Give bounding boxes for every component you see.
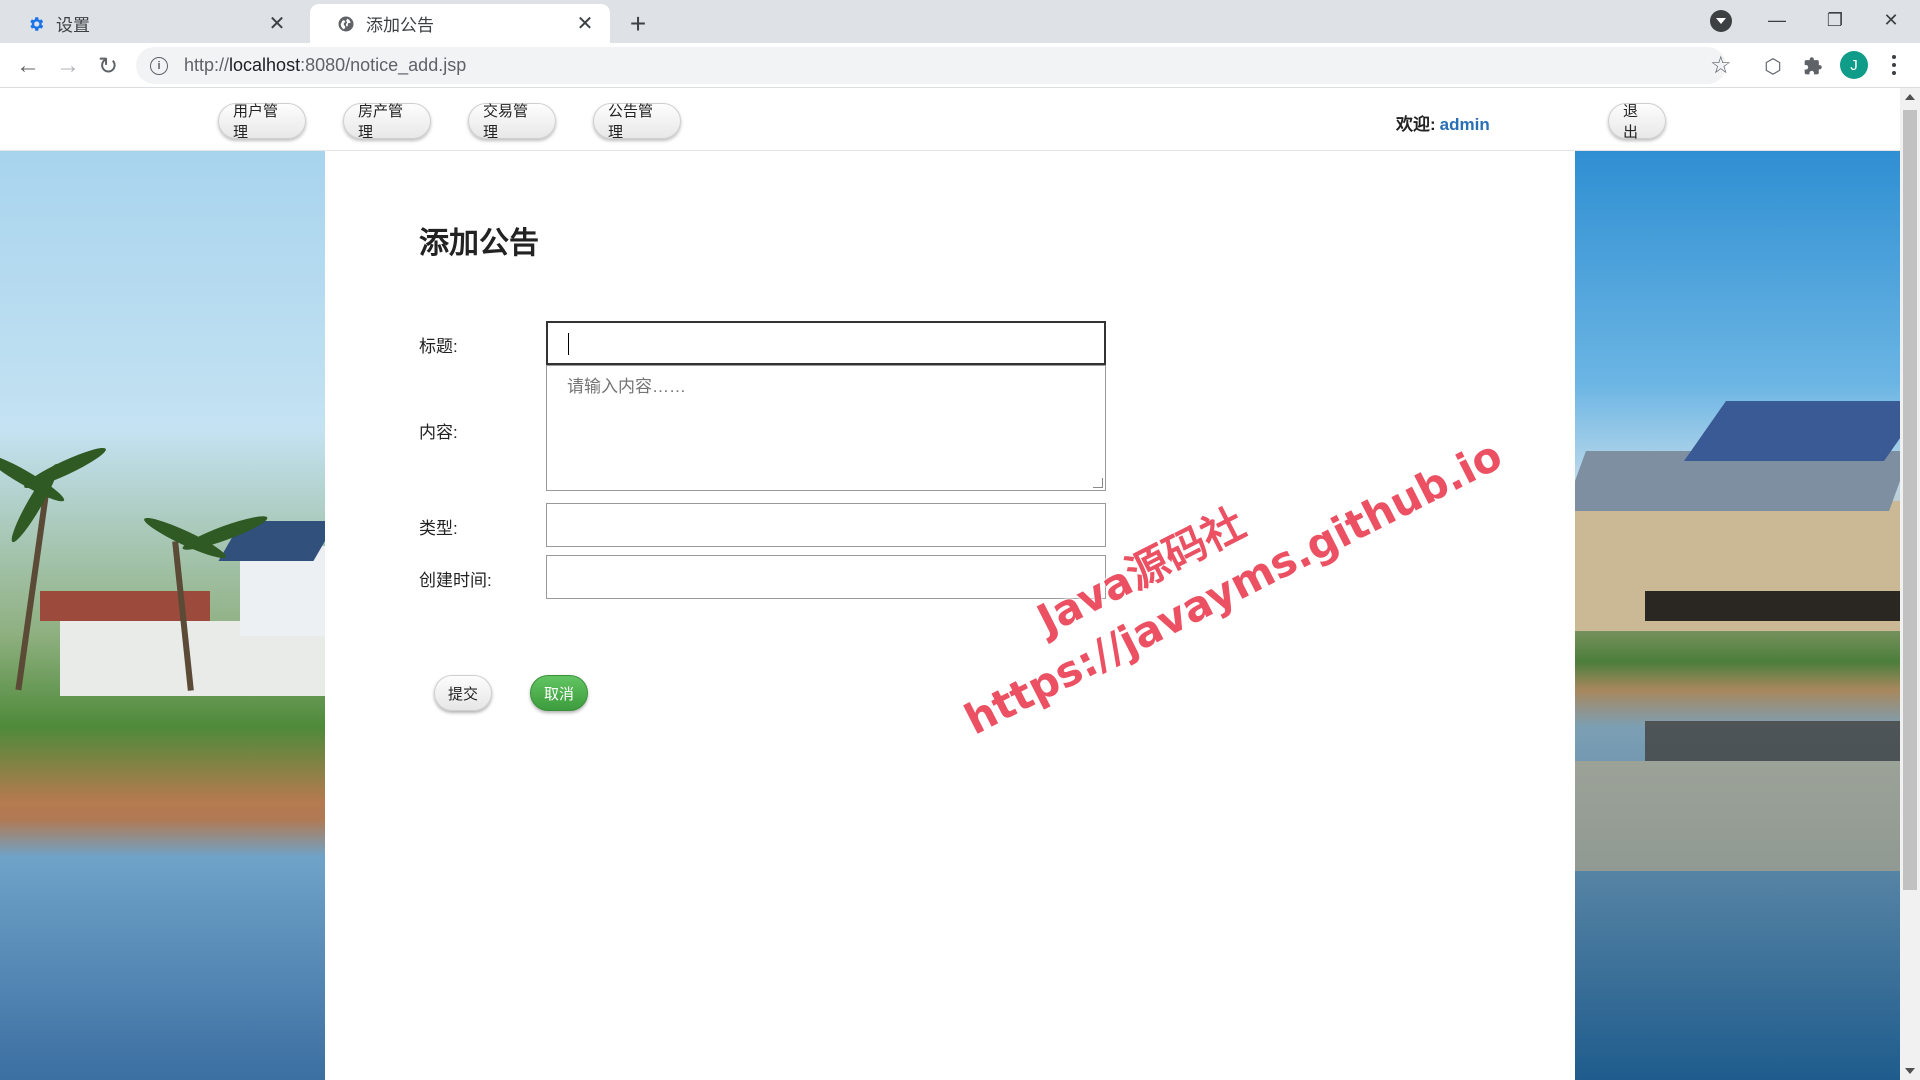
- bookmark-star-icon[interactable]: ☆: [1710, 51, 1732, 80]
- close-icon[interactable]: ✕: [574, 13, 596, 35]
- browser-toolbar: ← → ↻ i http://localhost:8080/notice_add…: [0, 43, 1920, 88]
- content-placeholder: 请输入内容……: [567, 377, 686, 396]
- title-label: 标题:: [419, 337, 458, 356]
- forward-button[interactable]: →: [52, 50, 84, 82]
- close-icon[interactable]: ✕: [266, 13, 288, 35]
- nav-user-management[interactable]: 用户管理: [218, 103, 306, 141]
- window-close-button[interactable]: ✕: [1862, 0, 1920, 40]
- new-tab-button[interactable]: +: [622, 8, 654, 40]
- tab-title: 添加公告: [366, 16, 434, 35]
- address-bar[interactable]: i http://localhost:8080/notice_add.jsp: [136, 47, 1726, 84]
- reload-button[interactable]: ↻: [92, 50, 124, 82]
- globe-icon: [336, 14, 356, 34]
- minimize-button[interactable]: —: [1748, 0, 1806, 40]
- scroll-up-icon[interactable]: [1905, 94, 1915, 100]
- scroll-down-icon[interactable]: [1905, 1068, 1915, 1074]
- created-time-input[interactable]: [546, 555, 1106, 599]
- vertical-scrollbar[interactable]: [1900, 88, 1920, 1080]
- tab-settings[interactable]: 设置 ✕: [0, 4, 302, 43]
- welcome-text: 欢迎: admin: [1396, 115, 1490, 134]
- main-content-panel: 添加公告 标题: 内容: 请输入内容…… 类型: 创建时间: 提交 取消: [325, 151, 1575, 1080]
- url-text: http://localhost:8080/notice_add.jsp: [184, 55, 467, 75]
- content-textarea[interactable]: 请输入内容……: [546, 365, 1106, 491]
- tab-notice-add[interactable]: 添加公告 ✕: [310, 4, 610, 43]
- avatar[interactable]: J: [1840, 51, 1868, 79]
- tab-search-icon[interactable]: [1710, 10, 1732, 32]
- submit-button[interactable]: 提交: [434, 675, 492, 711]
- puzzle-icon[interactable]: [1800, 53, 1826, 79]
- type-label: 类型:: [419, 519, 458, 538]
- username: admin: [1439, 115, 1490, 134]
- nav-notice-management[interactable]: 公告管理: [593, 103, 681, 141]
- cancel-button[interactable]: 取消: [530, 675, 588, 711]
- nav-transaction-management[interactable]: 交易管理: [468, 103, 556, 141]
- page-viewport: 用户管理 房产管理 交易管理 公告管理 欢迎: admin 退出 添加公告 标题:…: [0, 88, 1900, 1080]
- extension-hex-icon[interactable]: ⬡: [1760, 53, 1786, 79]
- kebab-menu-icon[interactable]: [1882, 49, 1906, 81]
- type-input[interactable]: [546, 503, 1106, 547]
- resize-handle-icon[interactable]: [1093, 478, 1103, 488]
- background-photo-left: [0, 151, 325, 1080]
- gear-icon: [26, 14, 46, 34]
- browser-tab-strip: 设置 ✕ 添加公告 ✕ + — ❐ ✕: [0, 0, 1920, 43]
- created-time-label: 创建时间:: [419, 571, 492, 590]
- logout-button[interactable]: 退出: [1608, 103, 1666, 141]
- scrollbar-thumb[interactable]: [1903, 110, 1917, 890]
- info-icon[interactable]: i: [150, 56, 168, 75]
- content-label: 内容:: [419, 423, 458, 442]
- nav-property-management[interactable]: 房产管理: [343, 103, 431, 141]
- site-nav-bar: 用户管理 房产管理 交易管理 公告管理 欢迎: admin 退出: [0, 88, 1900, 151]
- page-title: 添加公告: [419, 226, 539, 261]
- tab-title: 设置: [56, 16, 90, 35]
- restore-button[interactable]: ❐: [1806, 0, 1864, 40]
- title-input[interactable]: [546, 321, 1106, 365]
- text-caret: [568, 333, 569, 355]
- background-photo-right: [1575, 151, 1900, 1080]
- back-button[interactable]: ←: [12, 50, 44, 82]
